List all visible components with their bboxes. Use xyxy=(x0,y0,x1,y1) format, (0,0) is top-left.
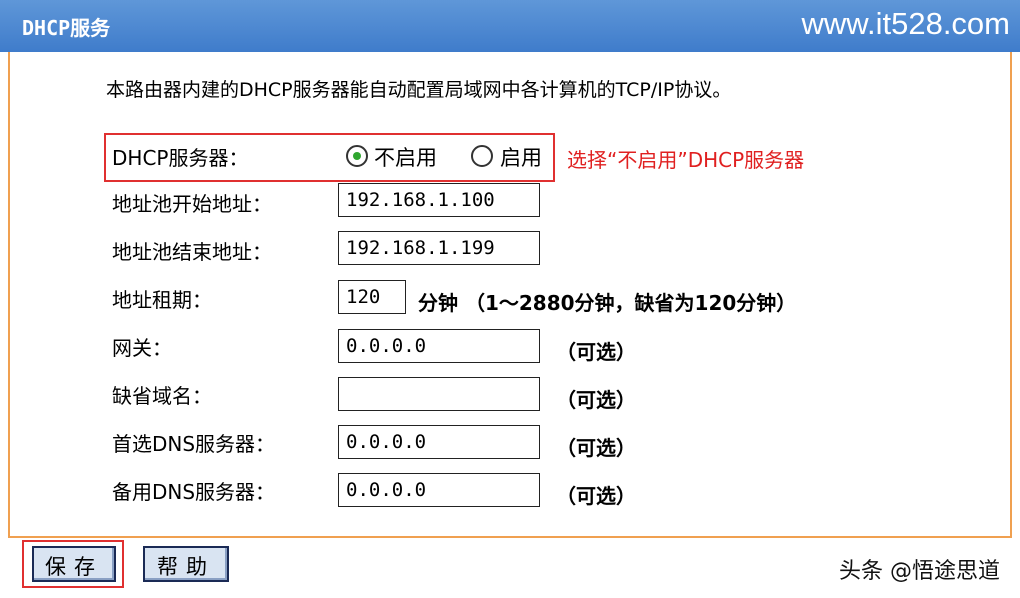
intro-text: 本路由器内建的DHCP服务器能自动配置局域网中各计算机的TCP/IP协议。 xyxy=(106,79,732,101)
annotation-text: 选择“不启用”DHCP服务器 xyxy=(567,148,805,172)
radio-enable[interactable] xyxy=(471,145,493,167)
lease-label: 地址租期： xyxy=(112,288,212,312)
pool-start-label: 地址池开始地址： xyxy=(112,192,272,216)
radio-disable-label[interactable]: 不启用 xyxy=(374,142,437,172)
site-watermark: www.it528.com xyxy=(801,6,1010,41)
pool-end-label: 地址池结束地址： xyxy=(112,240,272,264)
title-bar: DHCP服务 www.it528.com xyxy=(0,0,1020,52)
pool-start-input[interactable]: 192.168.1.100 xyxy=(338,183,540,217)
window-title: DHCP服务 xyxy=(22,16,111,40)
help-button[interactable]: 帮助 xyxy=(143,546,229,582)
lease-unit-text: 分钟 （1～2880分钟，缺省为120分钟） xyxy=(418,291,797,315)
radio-selected-dot xyxy=(353,152,361,160)
radio-enable-label[interactable]: 启用 xyxy=(500,142,542,172)
domain-optional: （可选） xyxy=(556,388,636,412)
lease-input[interactable]: 120 xyxy=(338,280,406,314)
dns-secondary-input[interactable]: 0.0.0.0 xyxy=(338,473,540,507)
dns-primary-input[interactable]: 0.0.0.0 xyxy=(338,425,540,459)
dns-primary-label: 首选DNS服务器： xyxy=(112,432,276,456)
dns-secondary-optional: （可选） xyxy=(556,484,636,508)
dhcp-server-label: DHCP服务器： xyxy=(112,146,249,170)
dns-secondary-label: 备用DNS服务器： xyxy=(112,480,276,504)
gateway-optional: （可选） xyxy=(556,340,636,364)
gateway-label: 网关： xyxy=(112,336,172,360)
domain-label: 缺省域名： xyxy=(112,384,212,408)
domain-input[interactable] xyxy=(338,377,540,411)
radio-disable[interactable] xyxy=(346,145,368,167)
gateway-input[interactable]: 0.0.0.0 xyxy=(338,329,540,363)
footer-watermark: 头条 @悟途思道 xyxy=(839,559,1000,584)
save-button[interactable]: 保存 xyxy=(32,546,116,582)
dns-primary-optional: （可选） xyxy=(556,436,636,460)
pool-end-input[interactable]: 192.168.1.199 xyxy=(338,231,540,265)
